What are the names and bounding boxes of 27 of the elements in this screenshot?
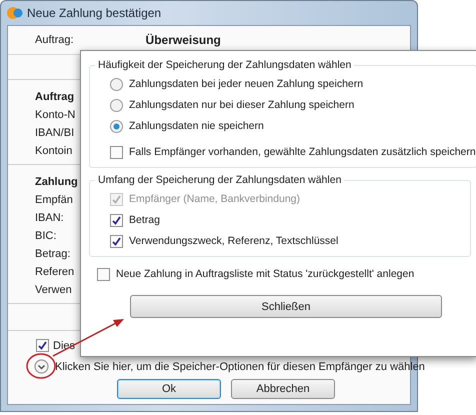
field-label: IBAN: bbox=[35, 212, 64, 224]
checkbox-label: Neue Zahlung in Auftragsliste mit Status 'zurückgestellt' anlegen bbox=[116, 268, 414, 280]
checkbox-label: Betrag bbox=[129, 214, 160, 226]
checkbox-label: Empfänger (Name, Bankverbindung) bbox=[129, 193, 300, 205]
radio-label: Zahlungsdaten nur bei dieser Zahlung speichern bbox=[129, 99, 354, 111]
ok-button[interactable]: Ok bbox=[117, 379, 221, 399]
group-title: Umfang der Speicherung der Zahlungsdaten wählen bbox=[97, 174, 342, 186]
field-label: Empfän bbox=[35, 194, 73, 206]
field-label: BIC: bbox=[35, 230, 56, 242]
field-value: Überweisung bbox=[146, 33, 221, 47]
checkbox-label: Falls Empfänger vorhanden, gewählte Zahlungsdaten zusätzlich speichern bbox=[129, 146, 476, 158]
cancel-button[interactable]: Abbrechen bbox=[231, 379, 335, 399]
radio-label: Zahlungsdaten nie speichern bbox=[129, 120, 264, 132]
section-title: Auftrag bbox=[35, 91, 74, 103]
field-label: Konto-N bbox=[35, 109, 76, 121]
field-label: Referen bbox=[35, 266, 74, 278]
group-title: Häufigkeit der Speicherung der Zahlungsdaten wählen bbox=[97, 59, 352, 71]
field-label: Kontoin bbox=[35, 145, 72, 157]
checkbox-label: Verwendungszweck, Referenz, Textschlüssel bbox=[129, 235, 338, 247]
field-label: IBAN/BI bbox=[35, 127, 74, 139]
close-button[interactable]: Schließen bbox=[130, 295, 442, 318]
section-title: Zahlung bbox=[35, 176, 78, 188]
radio-label: Zahlungsdaten bei jeder neuen Zahlung speichern bbox=[129, 78, 364, 90]
field-label: Auftrag: bbox=[35, 34, 74, 46]
field-label: Verwen bbox=[35, 284, 72, 296]
window-title: Neue Zahlung bestätigen bbox=[27, 6, 162, 20]
field-label: Betrag: bbox=[35, 248, 70, 260]
